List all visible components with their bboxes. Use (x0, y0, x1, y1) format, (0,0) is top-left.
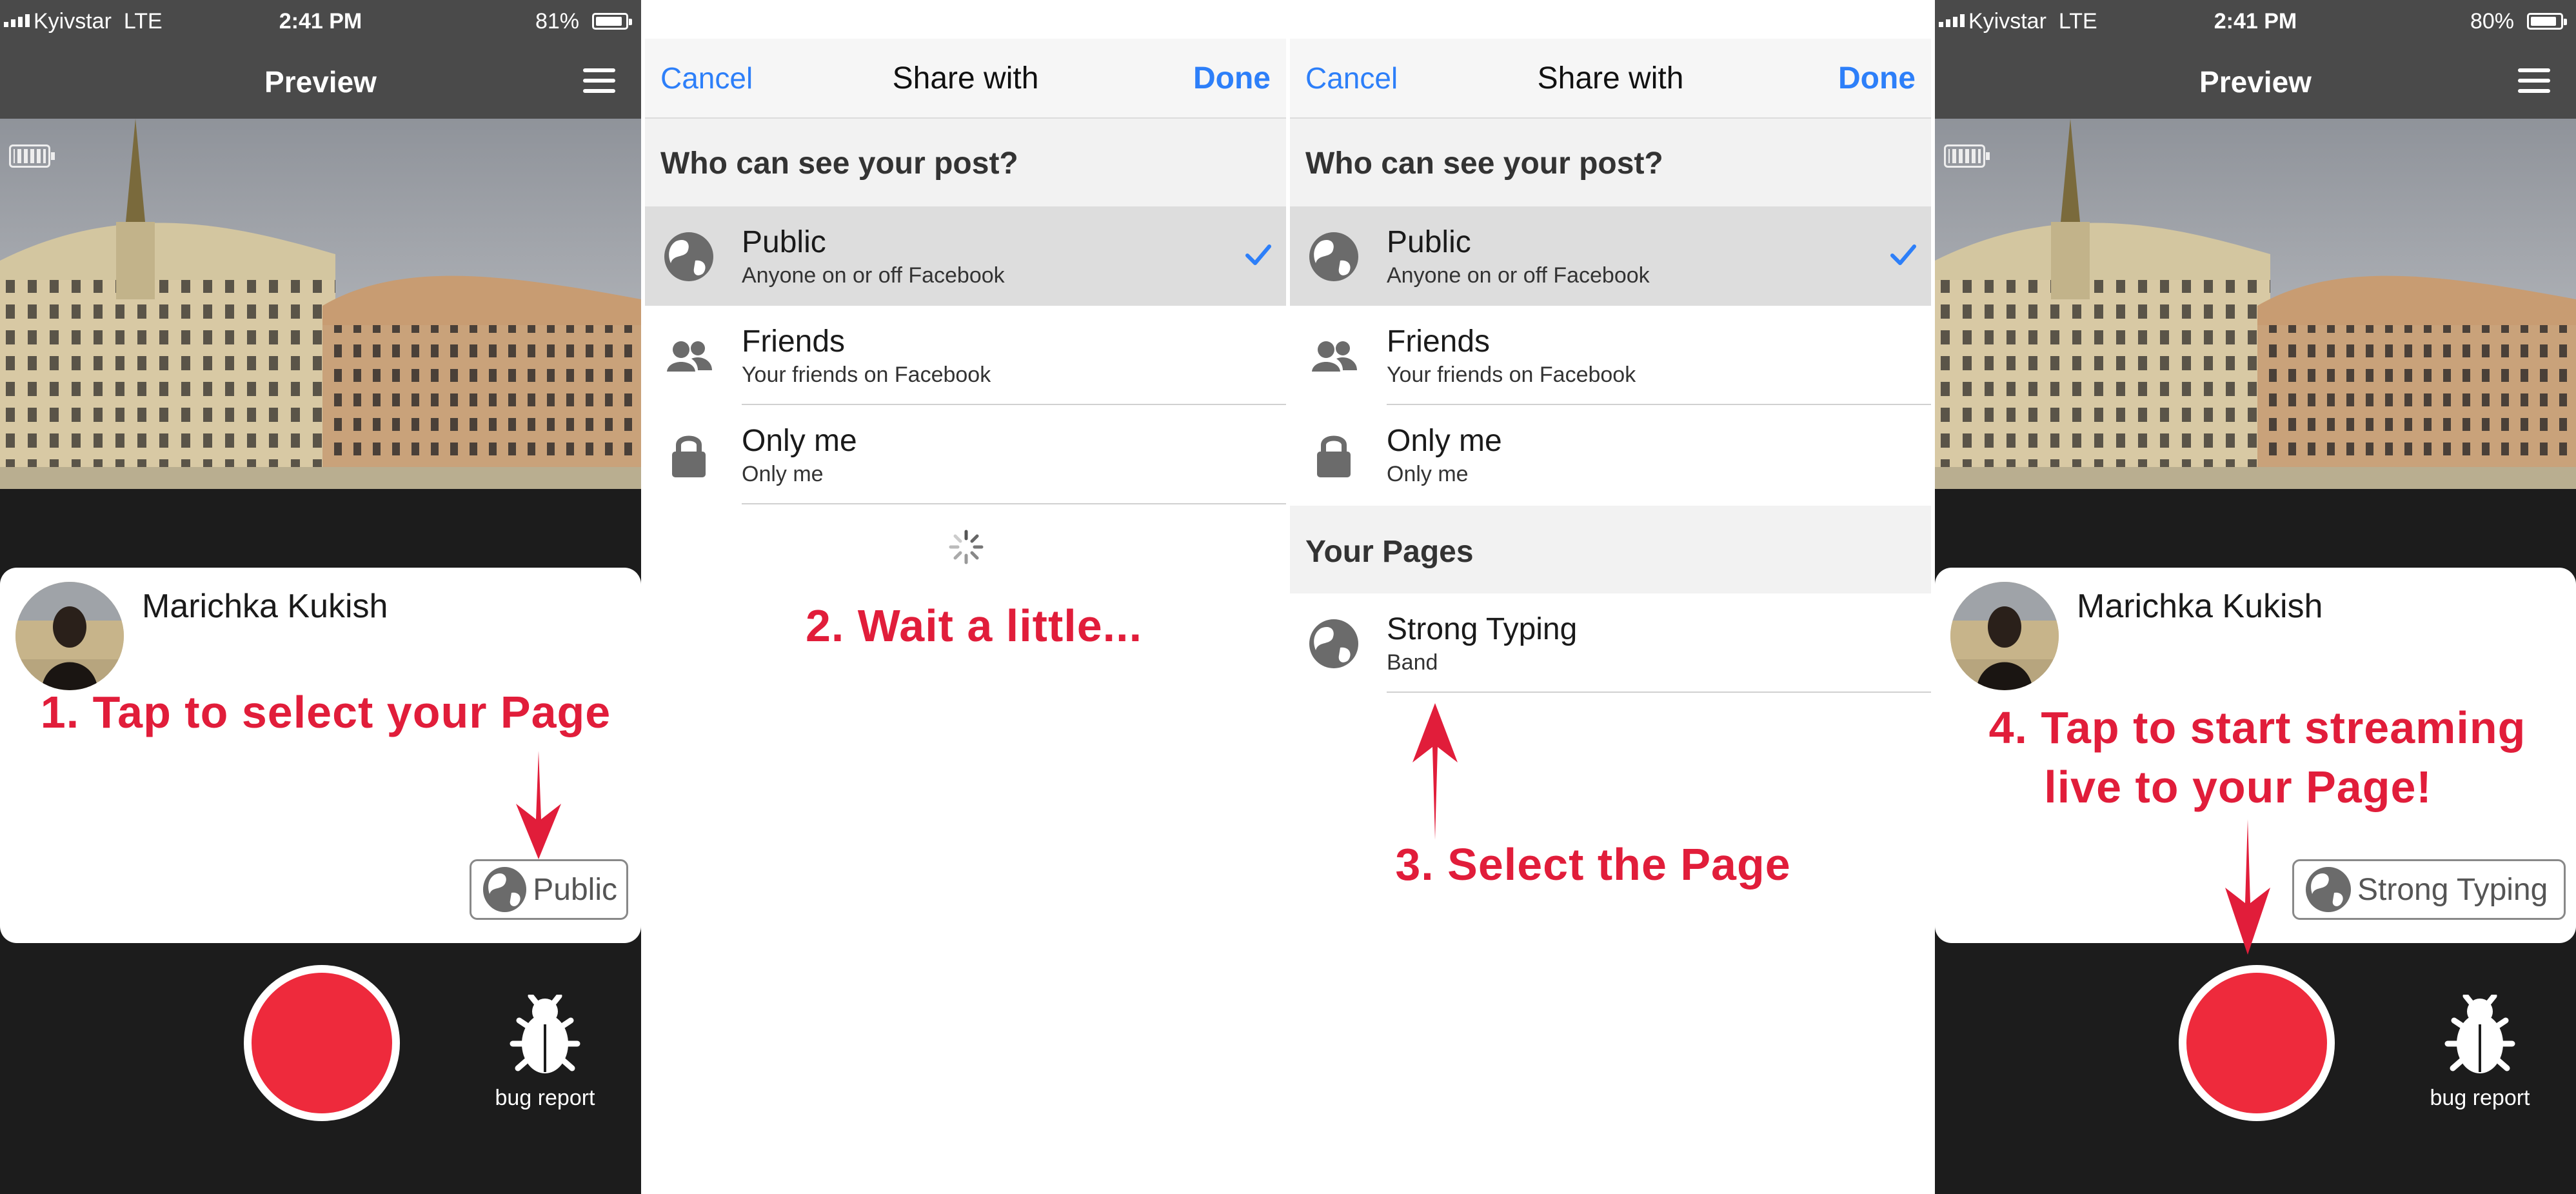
globe-icon (2306, 867, 2351, 912)
instruction-text: 1. Tap to select your Page (40, 687, 611, 737)
option-title: Public (1387, 225, 1471, 259)
option-subtitle: Anyone on or off Facebook (1387, 263, 1650, 288)
camera-battery-icon (9, 144, 55, 168)
building-photo (0, 119, 641, 489)
option-public[interactable]: Public Anyone on or off Facebook (645, 206, 1286, 306)
audience-question: Who can see your post? (660, 146, 1018, 181)
friends-icon (667, 341, 712, 372)
nav-bar: Preview (1935, 44, 2576, 119)
user-name: Marichka Kukish (2077, 588, 2323, 625)
bug-report-button[interactable]: bug report (2420, 993, 2540, 1111)
building-photo (1935, 119, 2576, 489)
option-subtitle: Your friends on Facebook (742, 363, 991, 387)
record-button[interactable] (2179, 965, 2335, 1121)
audience-header: Who can see your post? (645, 119, 1286, 206)
checkmark-icon (1890, 244, 1916, 265)
option-title: Only me (1387, 424, 1502, 458)
privacy-selector-button[interactable]: Strong Typing (2292, 859, 2566, 920)
globe-icon (1309, 232, 1358, 281)
status-bar: Kyivstar LTE 2:41 PM 80% (1935, 0, 2576, 44)
avatar[interactable] (15, 582, 124, 690)
checkmark-icon (1245, 244, 1271, 265)
page-title: Strong Typing (1387, 612, 1578, 646)
bug-icon (510, 993, 580, 1073)
share-with-screen-step2: Cancel Share with Done Who can see your … (645, 0, 1286, 1194)
page-option-strong-typing[interactable]: Strong Typing Band (1290, 593, 1931, 693)
preview-screen-step4: Kyivstar LTE 2:41 PM 80% Preview Marichk… (1935, 0, 2576, 1194)
battery-percent: 80% (2470, 9, 2514, 34)
option-title: Only me (742, 424, 857, 458)
battery-percent: 81% (535, 9, 579, 34)
option-title: Friends (742, 324, 846, 359)
option-subtitle: Only me (742, 462, 824, 486)
hamburger-menu-icon[interactable] (583, 68, 615, 93)
globe-icon (483, 867, 527, 912)
preview-screen-step1: Kyivstar LTE 2:41 PM 81% Preview Marichk… (0, 0, 641, 1194)
share-with-screen-step3: Cancel Share with Done Who can see your … (1290, 0, 1931, 1194)
option-subtitle: Your friends on Facebook (1387, 363, 1636, 387)
bug-report-button[interactable]: bug report (485, 993, 605, 1111)
camera-preview (0, 119, 641, 489)
camera-battery-icon (1944, 144, 1990, 168)
arrow-down-icon (516, 751, 561, 859)
page-title: Preview (2199, 65, 2312, 99)
globe-icon (1309, 619, 1358, 668)
nav-bar: Preview (0, 44, 641, 119)
privacy-selector-button[interactable]: Public (470, 859, 628, 920)
page-title: Preview (264, 65, 377, 99)
lock-icon (1317, 435, 1351, 477)
bug-report-label: bug report (2430, 1086, 2530, 1110)
lock-icon (672, 435, 706, 477)
option-only-me[interactable]: Only me Only me (645, 405, 1286, 504)
page-subtitle: Band (1387, 650, 1438, 675)
loading-spinner-icon (949, 530, 984, 564)
battery-icon (592, 13, 632, 30)
share-nav-bar: Cancel Share with Done (1290, 39, 1931, 119)
option-public[interactable]: Public Anyone on or off Facebook (1290, 206, 1931, 306)
instruction-text: 2. Wait a little... (805, 601, 1143, 651)
share-title: Share with (892, 61, 1039, 95)
pages-header: Your Pages (1290, 506, 1931, 593)
audience-question: Who can see your post? (1305, 146, 1663, 181)
arrow-up-icon (1412, 703, 1458, 840)
bug-icon (2444, 993, 2515, 1073)
option-friends[interactable]: Friends Your friends on Facebook (645, 306, 1286, 405)
option-subtitle: Anyone on or off Facebook (742, 263, 1005, 288)
option-friends[interactable]: Friends Your friends on Facebook (1290, 306, 1931, 405)
user-name: Marichka Kukish (142, 588, 388, 625)
done-button[interactable]: Done (1193, 61, 1271, 96)
pages-header-label: Your Pages (1305, 535, 1474, 569)
option-title: Public (742, 225, 826, 259)
option-only-me[interactable]: Only me Only me (1290, 405, 1931, 504)
bug-report-label: bug report (495, 1086, 595, 1110)
instruction-text: 3. Select the Page (1395, 839, 1791, 890)
option-title: Friends (1387, 324, 1491, 359)
record-button[interactable] (244, 965, 400, 1121)
done-button[interactable]: Done (1838, 61, 1916, 96)
instruction-text-line2: live to your Page! (2044, 762, 2432, 812)
option-subtitle: Only me (1387, 462, 1469, 486)
privacy-label: Strong Typing (2357, 872, 2548, 907)
avatar[interactable] (1950, 582, 2059, 690)
globe-icon (664, 232, 713, 281)
hamburger-menu-icon[interactable] (2518, 68, 2550, 93)
share-title: Share with (1537, 61, 1684, 95)
audience-header: Who can see your post? (1290, 119, 1931, 206)
friends-icon (1312, 341, 1357, 372)
share-nav-bar: Cancel Share with Done (645, 39, 1286, 119)
arrow-down-icon (2225, 819, 2270, 955)
battery-icon (2527, 13, 2567, 30)
instruction-text-line1: 4. Tap to start streaming (1988, 702, 2526, 753)
status-bar: Kyivstar LTE 2:41 PM 81% (0, 0, 641, 44)
privacy-label: Public (533, 872, 617, 907)
camera-preview (1935, 119, 2576, 489)
